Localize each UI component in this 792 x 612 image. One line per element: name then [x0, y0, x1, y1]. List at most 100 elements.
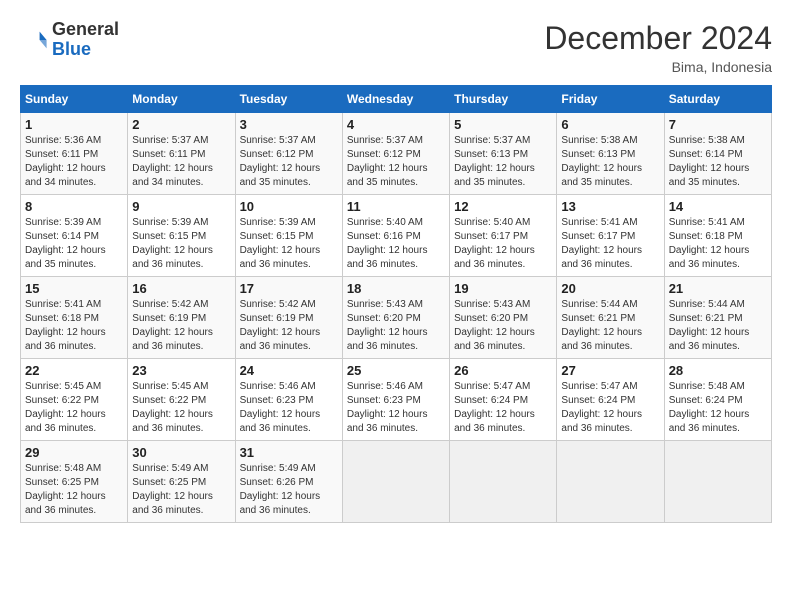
day-number: 22 — [25, 363, 123, 378]
weekday-header: Thursday — [450, 86, 557, 113]
day-number: 1 — [25, 117, 123, 132]
weekday-header: Saturday — [664, 86, 771, 113]
calendar-day-cell: 14 Sunrise: 5:41 AMSunset: 6:18 PMDaylig… — [664, 195, 771, 277]
day-number: 21 — [669, 281, 767, 296]
day-info: Sunrise: 5:39 AMSunset: 6:15 PMDaylight:… — [240, 217, 321, 270]
day-info: Sunrise: 5:47 AMSunset: 6:24 PMDaylight:… — [561, 381, 642, 434]
calendar-week-row: 15 Sunrise: 5:41 AMSunset: 6:18 PMDaylig… — [21, 277, 772, 359]
day-info: Sunrise: 5:44 AMSunset: 6:21 PMDaylight:… — [669, 299, 750, 352]
calendar-day-cell: 30 Sunrise: 5:49 AMSunset: 6:25 PMDaylig… — [128, 441, 235, 523]
day-number: 20 — [561, 281, 659, 296]
calendar-day-cell: 27 Sunrise: 5:47 AMSunset: 6:24 PMDaylig… — [557, 359, 664, 441]
day-info: Sunrise: 5:41 AMSunset: 6:18 PMDaylight:… — [669, 217, 750, 270]
day-info: Sunrise: 5:39 AMSunset: 6:14 PMDaylight:… — [25, 217, 106, 270]
day-info: Sunrise: 5:48 AMSunset: 6:25 PMDaylight:… — [25, 463, 106, 516]
calendar-day-cell — [342, 441, 449, 523]
logo-icon — [20, 26, 48, 54]
calendar-day-cell: 8 Sunrise: 5:39 AMSunset: 6:14 PMDayligh… — [21, 195, 128, 277]
calendar-day-cell — [557, 441, 664, 523]
day-info: Sunrise: 5:40 AMSunset: 6:17 PMDaylight:… — [454, 217, 535, 270]
calendar-day-cell: 2 Sunrise: 5:37 AMSunset: 6:11 PMDayligh… — [128, 113, 235, 195]
calendar-week-row: 22 Sunrise: 5:45 AMSunset: 6:22 PMDaylig… — [21, 359, 772, 441]
day-number: 31 — [240, 445, 338, 460]
calendar-day-cell: 19 Sunrise: 5:43 AMSunset: 6:20 PMDaylig… — [450, 277, 557, 359]
logo: General Blue — [20, 20, 119, 60]
location: Bima, Indonesia — [544, 59, 772, 75]
day-info: Sunrise: 5:42 AMSunset: 6:19 PMDaylight:… — [240, 299, 321, 352]
day-number: 13 — [561, 199, 659, 214]
day-number: 17 — [240, 281, 338, 296]
calendar-day-cell: 7 Sunrise: 5:38 AMSunset: 6:14 PMDayligh… — [664, 113, 771, 195]
day-info: Sunrise: 5:46 AMSunset: 6:23 PMDaylight:… — [240, 381, 321, 434]
calendar-day-cell: 28 Sunrise: 5:48 AMSunset: 6:24 PMDaylig… — [664, 359, 771, 441]
day-number: 29 — [25, 445, 123, 460]
day-number: 11 — [347, 199, 445, 214]
calendar-day-cell: 26 Sunrise: 5:47 AMSunset: 6:24 PMDaylig… — [450, 359, 557, 441]
day-number: 4 — [347, 117, 445, 132]
day-info: Sunrise: 5:38 AMSunset: 6:14 PMDaylight:… — [669, 135, 750, 188]
day-info: Sunrise: 5:36 AMSunset: 6:11 PMDaylight:… — [25, 135, 106, 188]
day-info: Sunrise: 5:40 AMSunset: 6:16 PMDaylight:… — [347, 217, 428, 270]
day-info: Sunrise: 5:37 AMSunset: 6:12 PMDaylight:… — [347, 135, 428, 188]
calendar-day-cell — [664, 441, 771, 523]
calendar-week-row: 1 Sunrise: 5:36 AMSunset: 6:11 PMDayligh… — [21, 113, 772, 195]
calendar-day-cell: 24 Sunrise: 5:46 AMSunset: 6:23 PMDaylig… — [235, 359, 342, 441]
day-number: 15 — [25, 281, 123, 296]
day-number: 12 — [454, 199, 552, 214]
day-info: Sunrise: 5:37 AMSunset: 6:13 PMDaylight:… — [454, 135, 535, 188]
calendar-day-cell: 15 Sunrise: 5:41 AMSunset: 6:18 PMDaylig… — [21, 277, 128, 359]
day-number: 24 — [240, 363, 338, 378]
calendar-day-cell: 23 Sunrise: 5:45 AMSunset: 6:22 PMDaylig… — [128, 359, 235, 441]
title-block: December 2024 Bima, Indonesia — [544, 20, 772, 75]
day-info: Sunrise: 5:46 AMSunset: 6:23 PMDaylight:… — [347, 381, 428, 434]
page-header: General Blue December 2024 Bima, Indones… — [20, 20, 772, 75]
day-number: 25 — [347, 363, 445, 378]
day-info: Sunrise: 5:49 AMSunset: 6:25 PMDaylight:… — [132, 463, 213, 516]
day-number: 14 — [669, 199, 767, 214]
calendar-day-cell: 20 Sunrise: 5:44 AMSunset: 6:21 PMDaylig… — [557, 277, 664, 359]
weekday-header: Wednesday — [342, 86, 449, 113]
day-info: Sunrise: 5:43 AMSunset: 6:20 PMDaylight:… — [347, 299, 428, 352]
calendar-day-cell: 6 Sunrise: 5:38 AMSunset: 6:13 PMDayligh… — [557, 113, 664, 195]
day-number: 23 — [132, 363, 230, 378]
day-info: Sunrise: 5:37 AMSunset: 6:11 PMDaylight:… — [132, 135, 213, 188]
calendar-day-cell: 1 Sunrise: 5:36 AMSunset: 6:11 PMDayligh… — [21, 113, 128, 195]
day-number: 26 — [454, 363, 552, 378]
day-info: Sunrise: 5:45 AMSunset: 6:22 PMDaylight:… — [25, 381, 106, 434]
weekday-header: Monday — [128, 86, 235, 113]
day-number: 6 — [561, 117, 659, 132]
calendar-day-cell — [450, 441, 557, 523]
day-info: Sunrise: 5:42 AMSunset: 6:19 PMDaylight:… — [132, 299, 213, 352]
calendar-day-cell: 5 Sunrise: 5:37 AMSunset: 6:13 PMDayligh… — [450, 113, 557, 195]
weekday-header-row: SundayMondayTuesdayWednesdayThursdayFrid… — [21, 86, 772, 113]
day-number: 28 — [669, 363, 767, 378]
day-info: Sunrise: 5:44 AMSunset: 6:21 PMDaylight:… — [561, 299, 642, 352]
day-info: Sunrise: 5:47 AMSunset: 6:24 PMDaylight:… — [454, 381, 535, 434]
calendar-day-cell: 21 Sunrise: 5:44 AMSunset: 6:21 PMDaylig… — [664, 277, 771, 359]
day-info: Sunrise: 5:49 AMSunset: 6:26 PMDaylight:… — [240, 463, 321, 516]
calendar-day-cell: 9 Sunrise: 5:39 AMSunset: 6:15 PMDayligh… — [128, 195, 235, 277]
day-number: 9 — [132, 199, 230, 214]
calendar-day-cell: 17 Sunrise: 5:42 AMSunset: 6:19 PMDaylig… — [235, 277, 342, 359]
calendar-day-cell: 18 Sunrise: 5:43 AMSunset: 6:20 PMDaylig… — [342, 277, 449, 359]
month-title: December 2024 — [544, 20, 772, 57]
day-info: Sunrise: 5:45 AMSunset: 6:22 PMDaylight:… — [132, 381, 213, 434]
day-number: 2 — [132, 117, 230, 132]
calendar-day-cell: 12 Sunrise: 5:40 AMSunset: 6:17 PMDaylig… — [450, 195, 557, 277]
day-number: 10 — [240, 199, 338, 214]
calendar-day-cell: 13 Sunrise: 5:41 AMSunset: 6:17 PMDaylig… — [557, 195, 664, 277]
day-number: 18 — [347, 281, 445, 296]
calendar-day-cell: 3 Sunrise: 5:37 AMSunset: 6:12 PMDayligh… — [235, 113, 342, 195]
day-info: Sunrise: 5:43 AMSunset: 6:20 PMDaylight:… — [454, 299, 535, 352]
calendar-day-cell: 4 Sunrise: 5:37 AMSunset: 6:12 PMDayligh… — [342, 113, 449, 195]
day-number: 16 — [132, 281, 230, 296]
day-info: Sunrise: 5:37 AMSunset: 6:12 PMDaylight:… — [240, 135, 321, 188]
weekday-header: Tuesday — [235, 86, 342, 113]
day-number: 19 — [454, 281, 552, 296]
logo-general-text: General — [52, 20, 119, 40]
day-number: 3 — [240, 117, 338, 132]
calendar-day-cell: 25 Sunrise: 5:46 AMSunset: 6:23 PMDaylig… — [342, 359, 449, 441]
logo-blue-text: Blue — [52, 40, 119, 60]
calendar-day-cell: 10 Sunrise: 5:39 AMSunset: 6:15 PMDaylig… — [235, 195, 342, 277]
calendar-day-cell: 16 Sunrise: 5:42 AMSunset: 6:19 PMDaylig… — [128, 277, 235, 359]
